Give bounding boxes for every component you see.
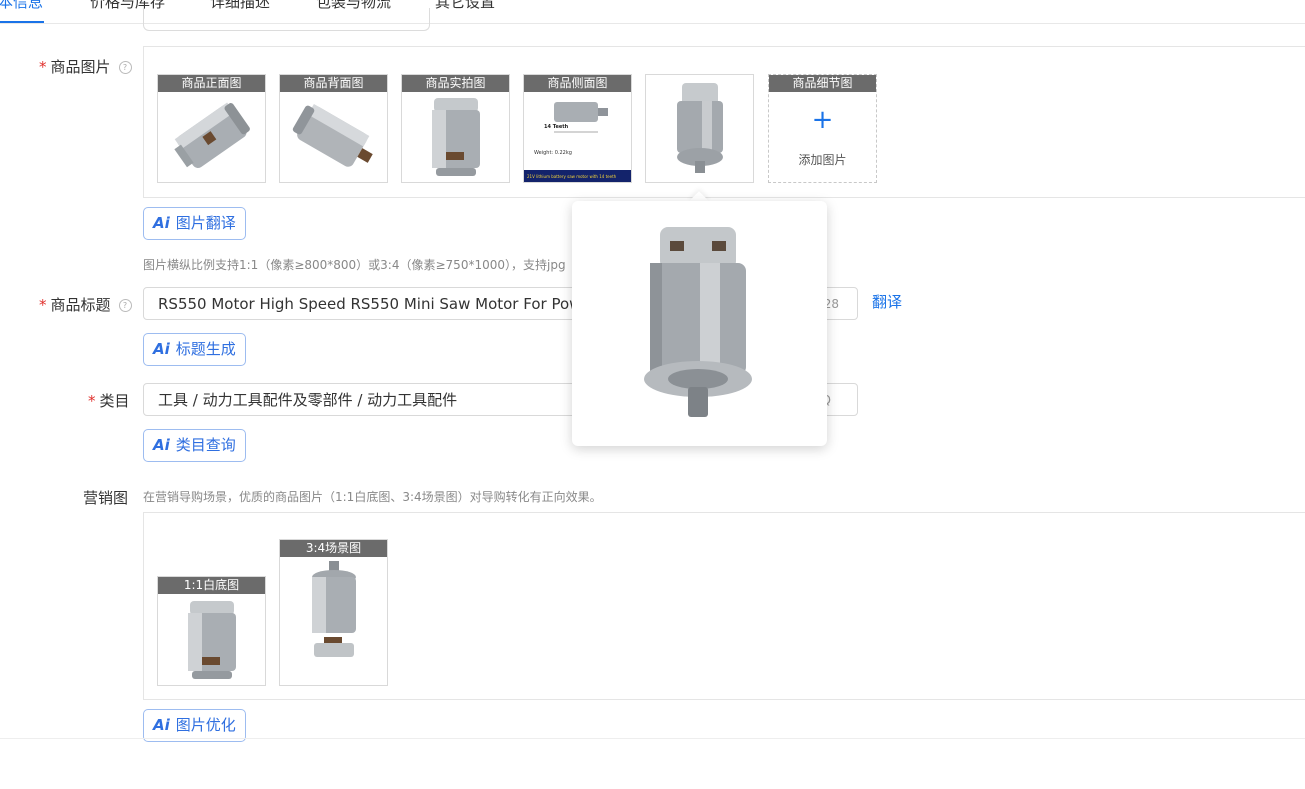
- slot-caption: 3:4场景图: [280, 540, 387, 557]
- ai-icon: Ai: [153, 716, 170, 734]
- image-slot-extra[interactable]: [645, 74, 754, 183]
- slot-caption: 商品侧面图: [524, 75, 631, 92]
- add-image-label: 添加图片: [798, 153, 847, 167]
- help-icon[interactable]: ?: [118, 61, 132, 74]
- motor-spec-photo: 14 Teeth Weight: 0.22kg 21V lithium batt…: [524, 92, 631, 182]
- product-title-label: * 商品标题?: [39, 294, 132, 315]
- image-preview-popover: [572, 201, 827, 446]
- active-tab-indicator: [0, 21, 44, 23]
- marketing-images-hint: 在营销导购场景，优质的商品图片（1:1白底图、3:4场景图）对导购转化有正向效果…: [143, 490, 602, 504]
- ai-image-translate-button[interactable]: Ai 图片翻译: [143, 207, 246, 240]
- ai-title-generate-button[interactable]: Ai 标题生成: [143, 333, 246, 366]
- product-title-label-text: 商品标题: [50, 296, 111, 314]
- tab-basic-info[interactable]: 本信息: [0, 0, 43, 12]
- category-label: * 类目: [88, 390, 130, 411]
- motor-photo: [402, 92, 509, 182]
- image-slot-side[interactable]: 商品侧面图 14 Teeth Weight: 0.22kg 21V lithiu…: [523, 74, 632, 183]
- slot-caption: 商品背面图: [280, 75, 387, 92]
- required-mark: *: [39, 296, 47, 314]
- help-icon[interactable]: ?: [118, 299, 132, 312]
- svg-text:14 Teeth: 14 Teeth: [544, 124, 569, 130]
- motor-photo: [280, 557, 387, 685]
- category-label-text: 类目: [99, 392, 130, 410]
- required-mark: *: [39, 58, 47, 76]
- add-detail-image-button[interactable]: 商品细节图 + 添加图片: [768, 74, 877, 183]
- slot-caption: 商品实拍图: [402, 75, 509, 92]
- ai-icon: Ai: [153, 340, 170, 358]
- divider: [0, 738, 1305, 739]
- product-images-label-text: 商品图片: [50, 58, 111, 76]
- product-images-label: * 商品图片?: [39, 56, 132, 77]
- motor-photo: [158, 594, 265, 685]
- svg-text:21V lithium battery saw motor: 21V lithium battery saw motor with 14 te…: [527, 174, 617, 179]
- motor-photo: [158, 92, 265, 182]
- slot-caption: 商品细节图: [769, 75, 876, 92]
- ai-category-query-button[interactable]: Ai 类目查询: [143, 429, 246, 462]
- motor-photo: [280, 92, 387, 182]
- marketing-images-label: 营销图: [83, 489, 129, 507]
- ai-icon: Ai: [153, 436, 170, 454]
- image-slot-white-bg[interactable]: 1:1白底图: [157, 576, 266, 686]
- image-slot-scene[interactable]: 3:4场景图: [279, 539, 388, 686]
- svg-text:Weight: 0.22kg: Weight: 0.22kg: [534, 150, 572, 156]
- motor-photo: [646, 75, 753, 182]
- required-mark: *: [88, 392, 96, 410]
- ai-button-label: 图片翻译: [175, 214, 236, 232]
- plus-icon: +: [811, 105, 834, 135]
- image-ratio-hint: 图片横纵比例支持1:1（像素≥800*800）或3:4（像素≥750*1000）…: [143, 258, 566, 272]
- motor-preview-image: [644, 227, 752, 417]
- category-value: 工具 / 动力工具配件及零部件 / 动力工具配件: [158, 391, 458, 409]
- ai-button-label: 图片优化: [175, 716, 236, 734]
- slot-caption: 1:1白底图: [158, 577, 265, 594]
- slot-caption: 商品正面图: [158, 75, 265, 92]
- product-title-value: RS550 Motor High Speed RS550 Mini Saw Mo…: [158, 295, 611, 313]
- image-slot-front[interactable]: 商品正面图: [157, 74, 266, 183]
- ai-icon: Ai: [153, 214, 170, 232]
- ai-button-label: 标题生成: [175, 340, 236, 358]
- partial-field-above: [143, 8, 430, 31]
- translate-link[interactable]: 翻译: [872, 291, 902, 312]
- image-slot-real-shot[interactable]: 商品实拍图: [401, 74, 510, 183]
- ai-button-label: 类目查询: [175, 436, 236, 454]
- image-slot-back[interactable]: 商品背面图: [279, 74, 388, 183]
- tab-other-settings[interactable]: 其它设置: [435, 0, 495, 12]
